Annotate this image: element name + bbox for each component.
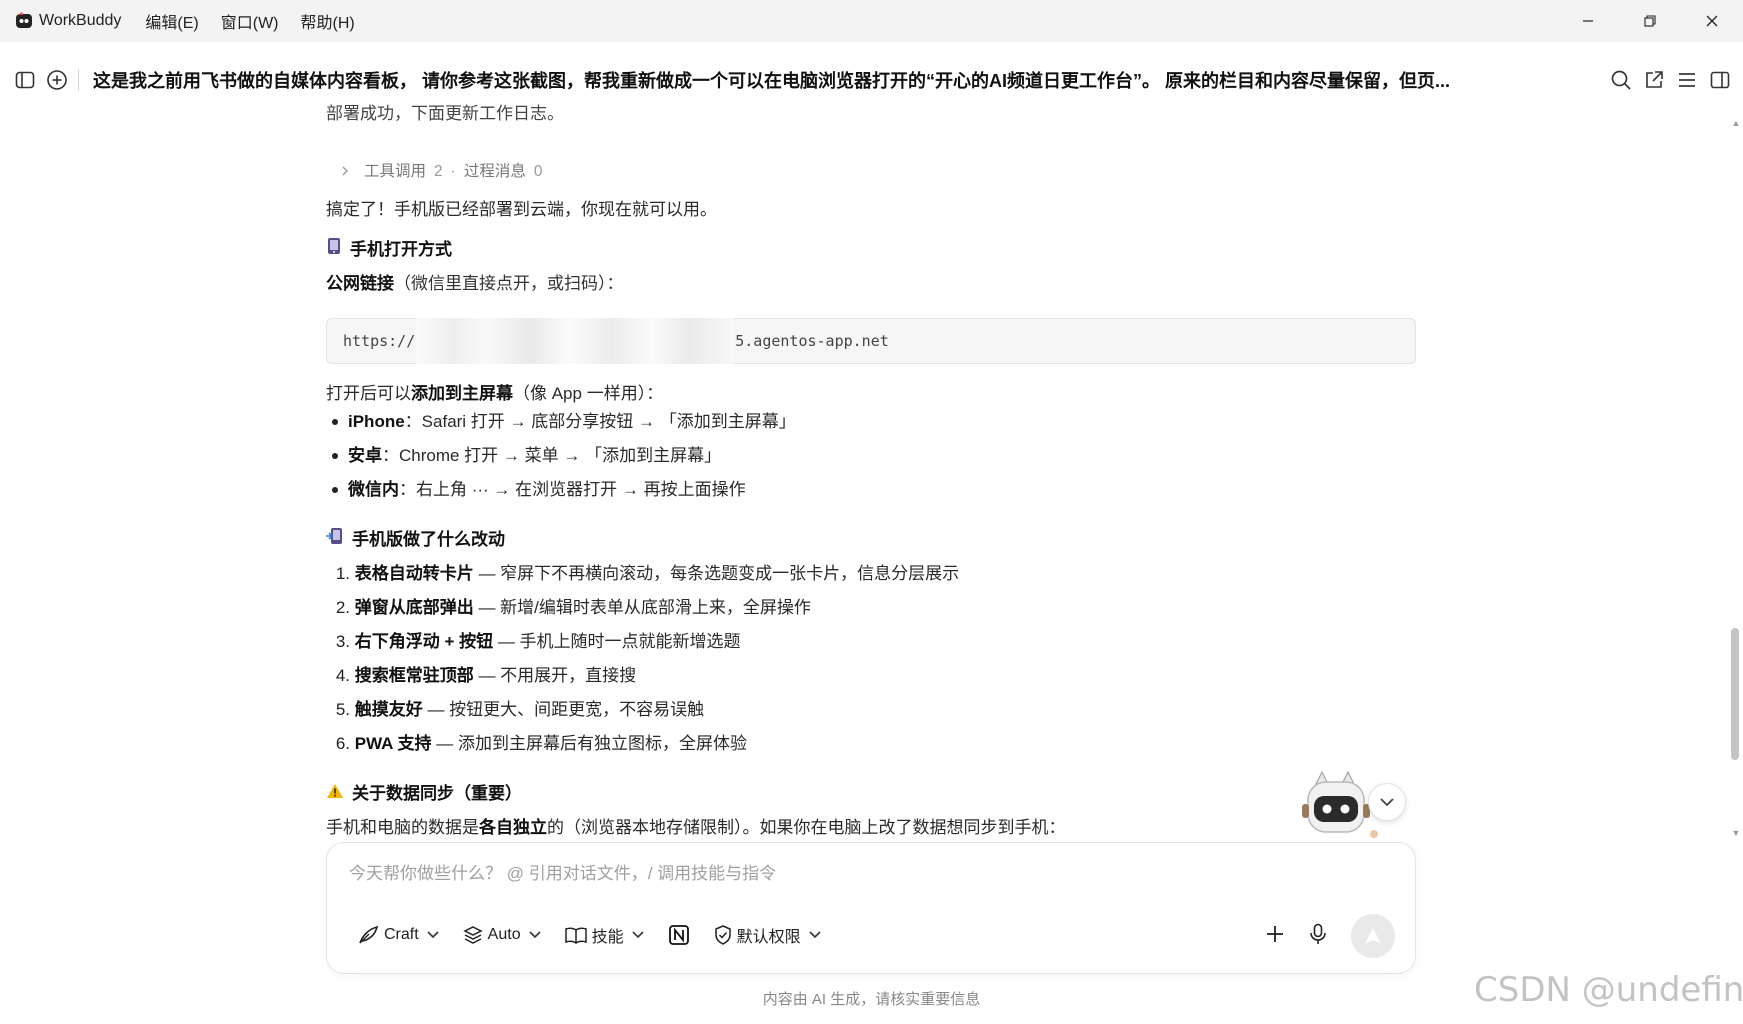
robot-mascot-icon[interactable] — [1294, 770, 1380, 844]
permission-label: 默认权限 — [736, 929, 801, 946]
book-icon — [564, 927, 587, 944]
scrollbar-thumb[interactable] — [1731, 628, 1739, 760]
message-content: 部署成功，下面更新工作日志。 工具调用 2 · 过程消息 0 搞定了！手机版已经… — [326, 104, 1416, 842]
menu-edit[interactable]: 编辑(E) — [145, 9, 198, 33]
share-icon[interactable] — [1641, 67, 1667, 93]
clipped-text-line: 部署成功，下面更新工作日志。 — [326, 104, 564, 123]
permission-selector[interactable]: 默认权限 — [714, 923, 821, 947]
app-name: WorkBuddy — [39, 12, 122, 29]
new-chat-icon[interactable] — [44, 67, 70, 93]
list-item: 6. PWA 支持 — 添加到主屏幕后有独立图标，全屏体验 — [335, 734, 748, 753]
notion-icon — [668, 925, 689, 945]
list-item: 1. 表格自动转卡片 — 窄屏下不再横向滚动，每条选题变成一张卡片，信息分层展示 — [335, 564, 960, 583]
url-code-block[interactable]: https:// 5.agentos-app.net — [326, 318, 1416, 364]
open-method-heading: 手机打开方式 — [326, 236, 452, 263]
public-link-label: 公网链接（微信里直接点开，或扫码）： — [326, 274, 624, 293]
phone-arrow-icon — [326, 526, 344, 553]
right-panel-toggle-icon[interactable] — [1707, 67, 1733, 93]
chat-composer: Craft Auto 技能 默认权限 — [326, 842, 1416, 974]
menu-window[interactable]: 窗口(W) — [221, 9, 279, 33]
search-icon[interactable] — [1608, 67, 1634, 93]
conversation-title: 这是我之前用飞书做的自媒体内容看板， 请你参考这张截图，帮我重新做成一个可以在电… — [93, 71, 1450, 91]
sync-text: 手机和电脑的数据是各自独立的（浏览器本地存储限制）。如果你在电脑上改了数据想同步… — [326, 818, 1066, 837]
sync-heading: 关于数据同步（重要） — [326, 780, 522, 807]
warning-icon — [326, 780, 344, 807]
skills-label: 技能 — [591, 929, 624, 946]
tool-calls-count: 2 — [434, 163, 443, 180]
chevron-down-icon — [1380, 798, 1394, 807]
chevron-down-icon — [632, 931, 644, 939]
window-controls — [1557, 0, 1743, 42]
url-prefix: https:// — [343, 332, 416, 350]
list-item: 安卓 ：Chrome 打开 → 菜单 → 「添加到主屏幕」 — [326, 442, 721, 469]
header-divider — [78, 69, 79, 91]
process-messages-count: 0 — [533, 163, 543, 180]
model-selector[interactable]: Auto — [462, 925, 541, 945]
close-button[interactable] — [1681, 0, 1743, 42]
shield-check-icon — [714, 925, 731, 945]
chevron-down-icon — [427, 931, 439, 939]
scroll-down-arrow-icon[interactable]: ▼ — [1730, 828, 1742, 838]
mode-label: Craft — [384, 926, 419, 943]
list-item: 4. 搜索框常驻顶部 — 不用展开，直接搜 — [335, 666, 637, 685]
tool-calls-summary[interactable]: 工具调用 2 · 过程消息 0 — [340, 160, 542, 185]
sidebar-toggle-icon[interactable] — [12, 67, 38, 93]
restore-button[interactable] — [1619, 0, 1681, 42]
list-item: 微信内 ：右上角 ··· → 在浏览器打开 → 再按上面操作 — [326, 476, 746, 503]
watermark: CSDN @undefined — [1474, 970, 1743, 1010]
changes-heading: 手机版做了什么改动 — [326, 526, 505, 553]
phone-icon — [326, 236, 342, 263]
skills-selector[interactable]: 技能 — [564, 923, 644, 947]
list-item: 3. 右下角浮动 + 按钮 — 手机上随时一点就能新增选题 — [335, 632, 741, 651]
mode-selector[interactable]: Craft — [357, 925, 439, 945]
feather-pen-icon — [359, 925, 379, 944]
menu-list-icon[interactable] — [1674, 67, 1700, 93]
chevron-down-icon — [809, 931, 821, 939]
list-item: 5. 触摸友好 — 按钮更大、间距更宽，不容易误触 — [335, 700, 705, 719]
list-item: iPhone ：Safari 打开 → 底部分享按钮 → 「添加到主屏幕」 — [326, 408, 796, 435]
process-messages-label: 过程消息 — [463, 163, 526, 180]
menu-help[interactable]: 帮助(H) — [301, 9, 355, 33]
send-arrow-icon — [1365, 928, 1381, 944]
scroll-to-bottom-button[interactable] — [1368, 783, 1406, 821]
chevron-right-icon — [340, 161, 350, 183]
list-item: 2. 弹窗从底部弹出 — 新增/编辑时表单从底部滑上来，全屏操作 — [335, 598, 811, 617]
title-bar: WorkBuddy 编辑(E) 窗口(W) 帮助(H) — [0, 0, 1743, 42]
redacted-region — [416, 318, 735, 364]
add-home-intro: 打开后可以添加到主屏幕（像 App 一样用）： — [326, 384, 664, 403]
tool-calls-label: 工具调用 — [364, 163, 427, 180]
microphone-icon[interactable] — [1309, 923, 1327, 950]
send-button[interactable] — [1351, 914, 1395, 958]
minimize-button[interactable] — [1557, 0, 1619, 42]
separator-dot: · — [450, 163, 456, 180]
chat-input[interactable] — [349, 859, 1389, 889]
chevron-down-icon — [529, 931, 541, 939]
model-label: Auto — [487, 926, 521, 943]
close-icon — [1706, 15, 1718, 27]
scroll-up-arrow-icon[interactable]: ▲ — [1730, 118, 1742, 128]
minimize-icon — [1583, 20, 1593, 22]
app-logo-icon — [15, 12, 33, 30]
url-suffix: 5.agentos-app.net — [735, 332, 889, 350]
layers-icon — [462, 926, 483, 944]
intro-text: 搞定了！手机版已经部署到云端，你现在就可以用。 — [326, 200, 717, 219]
notion-connector-button[interactable] — [668, 924, 690, 946]
add-attachment-icon[interactable] — [1265, 924, 1285, 949]
restore-icon — [1644, 15, 1656, 27]
